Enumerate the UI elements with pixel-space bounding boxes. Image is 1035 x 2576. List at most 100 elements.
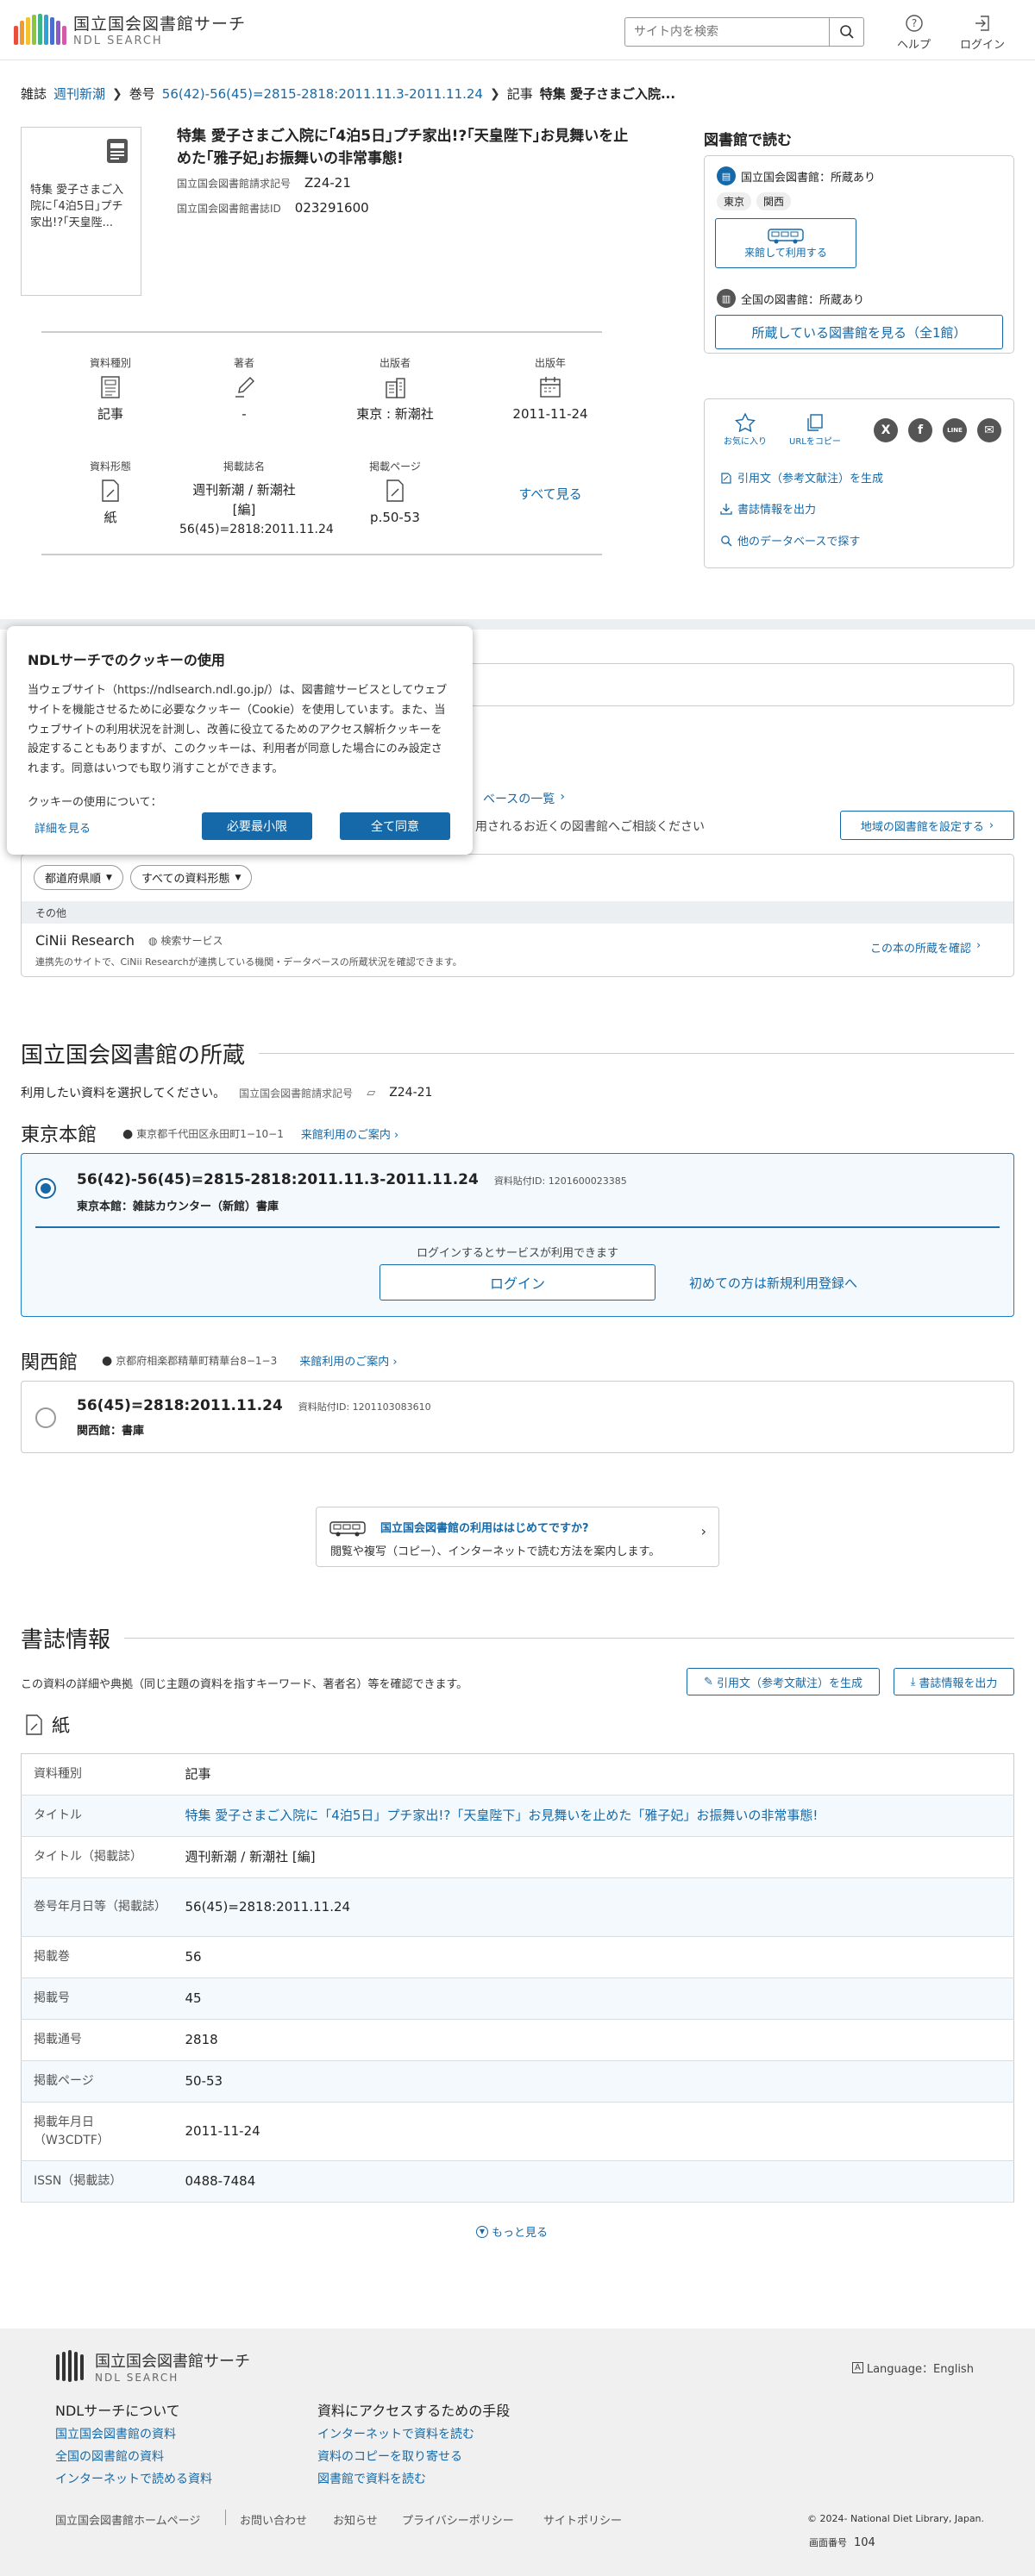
logo-bar	[32, 15, 36, 45]
kansai-item-card[interactable]: 56(45)=2818:2011.11.24 資料貼付ID: 120110308…	[21, 1381, 1014, 1453]
login-icon	[975, 16, 989, 31]
footer-link-home[interactable]: 国立国会図書館ホームページ	[55, 2511, 200, 2528]
footer-separator	[225, 2510, 226, 2525]
cookie-body: 当ウェブサイト（https://ndlsearch.ndl.go.jp/）は、図…	[28, 684, 448, 775]
bib-cite-button[interactable]: ✎ 引用文（参考文献注）を生成	[687, 1668, 880, 1695]
footer-logo[interactable]: 国立国会図書館サーチ NDL SEARCH	[55, 2349, 250, 2384]
set-region-button[interactable]: 地域の図書館を設定する ›	[840, 811, 1014, 840]
breadcrumb-current: 特集 愛子さまご入院...	[539, 86, 676, 102]
paper-icon: ▱	[367, 1086, 376, 1100]
holdings-login-button[interactable]: ログイン	[380, 1264, 656, 1301]
chevron-right-icon: ›	[988, 818, 994, 832]
cookie-agree-button[interactable]: 全て同意	[340, 812, 450, 840]
kansai-address-text: 京都府相楽郡精華町精華台8−1−3	[116, 1355, 278, 1367]
footer-access-link-1[interactable]: インターネットで資料を読む	[317, 2425, 474, 2442]
logo-bar	[20, 21, 24, 45]
bib-row-value: 2818	[185, 2032, 218, 2048]
footer-link-privacy[interactable]: プライバシーポリシー	[402, 2511, 514, 2528]
chevron-down-icon: ▼	[476, 2225, 488, 2238]
bib-row-label: タイトル（掲載誌）	[34, 1850, 142, 1864]
cinii-check-link[interactable]: この本の所蔵を確認 ›	[870, 939, 981, 956]
footer-about-link-3[interactable]: インターネットで読める資料	[55, 2470, 212, 2487]
show-more-label: もっと見る	[492, 2227, 549, 2240]
bib-row-value[interactable]: 特集 愛子さまご入院に「4泊5日」プチ家出!?「天皇陛下」お見舞いを止めた「雅子…	[173, 1796, 1014, 1837]
breadcrumb-issue-link[interactable]: 56(42)-56(45)=2815-2818:2011.11.3-2011.1…	[162, 86, 483, 102]
summary-publisher-value: 東京 : 新潮社	[356, 406, 434, 422]
holding-libraries-button[interactable]: 所蔵している図書館を見る（全1館）	[715, 315, 1003, 349]
bib-row-label: 資料種別	[34, 1767, 82, 1781]
copy-url-label: URLをコピー	[789, 437, 841, 447]
bib-row: 資料種別 記事	[21, 1754, 1014, 1796]
bib-row-value: 週刊新潮 / 新潮社 [編]	[185, 1849, 316, 1865]
logo-bar	[38, 14, 42, 45]
footer-link-contact[interactable]: お問い合わせ	[240, 2511, 307, 2528]
heading-rule	[259, 1053, 1014, 1054]
summary-form-value: 紙	[104, 510, 117, 525]
footer-about-link-1[interactable]: 国立国会図書館の資料	[55, 2425, 176, 2442]
other-db-link[interactable]: 他のデータベースで探す	[720, 532, 860, 548]
footer-about-link-2[interactable]: 全国の図書館の資料	[55, 2448, 164, 2465]
consult-text: 用されるお近くの図書館へご相談ください	[475, 820, 705, 834]
visit-library-label: 来館して利用する	[744, 246, 827, 259]
record-thumbnail: 特集 愛子さまご入院に｢4泊5日｣プチ家出!?｢天皇陛...	[21, 127, 141, 296]
tokyo-visit-guide-link[interactable]: 来館利用のご案内 ›	[301, 1125, 398, 1142]
chevron-right-icon: ›	[976, 939, 982, 952]
export-link[interactable]: 書誌情報を出力	[720, 500, 816, 517]
footer-link-policy[interactable]: サイトポリシー	[543, 2511, 622, 2528]
login-link[interactable]: ログイン	[960, 14, 1005, 52]
see-all-link[interactable]: すべて見る	[494, 485, 606, 503]
share-mail-button[interactable]: ✉	[977, 418, 1001, 442]
footer-link-news[interactable]: お知らせ	[333, 2511, 378, 2528]
tokyo-item-card[interactable]: 56(42)-56(45)=2815-2818:2011.11.3-2011.1…	[21, 1153, 1014, 1317]
search-input[interactable]	[625, 18, 829, 46]
footer-access-link-2[interactable]: 資料のコピーを取り寄せる	[317, 2448, 462, 2465]
share-line-button[interactable]: LINE	[943, 418, 967, 442]
site-logo[interactable]: 国立国会図書館サーチ NDL SEARCH	[14, 11, 246, 47]
breadcrumb: 雑誌 週刊新潮 ❯ 巻号 56(42)-56(45)=2815-2818:201…	[21, 85, 675, 103]
tokyo-visit-guide-label: 来館利用のご案内	[300, 1129, 391, 1142]
summary-author: 著者 -	[188, 355, 300, 424]
language-switch[interactable]: A Language：English	[852, 2360, 974, 2376]
bib-id-value: 023291600	[294, 200, 369, 216]
footer-access-link-3[interactable]: 図書館で資料を読む	[317, 2470, 426, 2487]
search-button[interactable]	[829, 18, 863, 46]
bib-heading: 書誌情報	[21, 1622, 1014, 1654]
bib-row-label: 掲載ページ	[34, 2074, 94, 2088]
cite-link[interactable]: 引用文（参考文献注）を生成	[720, 469, 883, 486]
register-link[interactable]: 初めての方は新規利用登録へ	[689, 1274, 857, 1292]
summary-publisher-label: 出版者	[379, 357, 411, 369]
visit-library-button[interactable]: 来館して利用する	[715, 218, 856, 268]
cinii-badge: ◍ 検索サービス	[148, 933, 223, 948]
tokyo-item-radio[interactable]	[35, 1178, 56, 1199]
share-facebook-button[interactable]: f	[908, 418, 932, 442]
logo-bar	[26, 17, 30, 45]
thumbnail-title: 特集 愛子さまご入院に｢4泊5日｣プチ家出!?｢天皇陛...	[30, 184, 124, 229]
bib-table: 資料種別 記事 タイトル 特集 愛子さまご入院に「4泊5日」プチ家出!?「天皇陛下」お…	[21, 1753, 1014, 2203]
kansai-address: ● 京都府相楽郡精華町精華台8−1−3	[102, 1353, 277, 1368]
cinii-name: CiNii Research	[35, 932, 135, 949]
logo-subtitle: NDL SEARCH	[73, 34, 163, 47]
kansai-item-radio[interactable]	[35, 1407, 56, 1428]
bib-export-button[interactable]: ⤓ 書誌情報を出力	[894, 1668, 1014, 1695]
breadcrumb-magazine-link[interactable]: 週刊新潮	[53, 85, 105, 103]
pref-filter[interactable]: 都道府県順 ▼	[34, 865, 123, 890]
favorite-button[interactable]: お気に入り	[724, 413, 767, 447]
national-holding: ▥ 全国の図書館：所蔵あり	[717, 289, 864, 308]
type-filter-label: すべての資料形態	[141, 873, 230, 886]
other-db-link-label: 他のデータベースで探す	[737, 536, 861, 548]
help-link[interactable]: ? ヘルプ	[897, 14, 931, 52]
first-time-card[interactable]: 国立国会図書館の利用ははじめてですか? 閲覧や複写（コピー）、インターネットで読…	[316, 1507, 719, 1567]
bib-row-label: 巻号年月日等（掲載誌）	[34, 1900, 166, 1914]
bib-cite-label: 引用文（参考文献注）を生成	[716, 1677, 862, 1690]
show-more-button[interactable]: ▼ もっと見る	[476, 2223, 548, 2240]
share-x-button[interactable]: X	[874, 418, 898, 442]
copy-url-button[interactable]: URLをコピー	[789, 413, 841, 447]
type-filter[interactable]: すべての資料形態 ▼	[129, 865, 253, 890]
kansai-visit-guide-link[interactable]: 来館利用のご案内 ›	[299, 1352, 397, 1369]
chevron-right-icon: ›	[700, 1523, 706, 1539]
summary-journal-value: 週刊新潮 / 新潮社 [編]	[192, 482, 296, 517]
ndl-holding-label: 国立国会図書館：所蔵あり	[741, 171, 876, 185]
cookie-minimum-button[interactable]: 必要最小限	[202, 812, 312, 840]
database-list-link[interactable]: ベースの一覧 ›	[483, 790, 565, 807]
cookie-detail-link[interactable]: 詳細を見る	[34, 819, 91, 836]
